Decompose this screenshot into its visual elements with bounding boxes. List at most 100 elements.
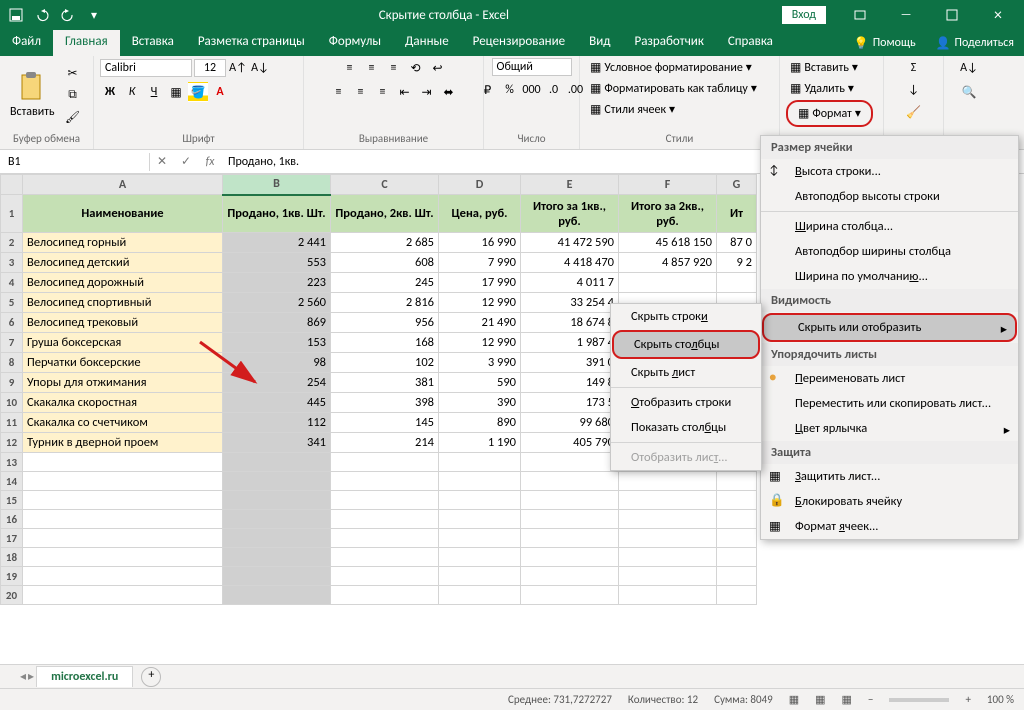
row-header[interactable]: 20 [1,586,23,605]
cell[interactable]: 7 990 [439,253,521,273]
align-middle-icon[interactable]: ≡ [362,58,382,78]
tab-review[interactable]: Рецензирование [461,30,577,56]
cell[interactable]: 391 0 [521,353,619,373]
cell[interactable]: 149 8 [521,373,619,393]
cell[interactable] [331,472,439,491]
undo-icon[interactable] [30,3,54,27]
row-header[interactable]: 3 [1,253,23,273]
cell[interactable]: Груша боксерская [23,333,223,353]
tab-file[interactable]: Файл [0,30,53,56]
cell[interactable] [439,548,521,567]
format-button[interactable]: ▦Формат ▾ [794,104,865,123]
col-header-a[interactable]: A [23,175,223,195]
cell[interactable] [521,529,619,548]
row-header[interactable]: 16 [1,510,23,529]
cell[interactable]: 168 [331,333,439,353]
currency-icon[interactable]: ₽ [478,80,498,100]
cell[interactable]: 341 [223,433,331,453]
cell[interactable] [439,453,521,472]
fill-icon[interactable]: ↓ [904,80,924,100]
select-all-cell[interactable] [1,175,23,195]
number-format-select[interactable]: Общий [492,58,572,76]
cell[interactable]: 2 441 [223,233,331,253]
row-header[interactable]: 13 [1,453,23,472]
underline-icon[interactable]: Ч [144,82,164,102]
redo-icon[interactable] [56,3,80,27]
italic-icon[interactable]: К [122,82,142,102]
percent-icon[interactable]: % [500,80,520,100]
col-header-g[interactable]: G [717,175,757,195]
tell-me-button[interactable]: 💡Помощь [844,30,926,56]
increase-indent-icon[interactable]: ⇥ [417,82,437,102]
cell[interactable] [439,586,521,605]
cell[interactable]: 553 [223,253,331,273]
cell[interactable]: 390 [439,393,521,413]
submenu-unhide-rows[interactable]: Отобразить строки [611,390,761,415]
cell[interactable]: Велосипед детский [23,253,223,273]
cell[interactable] [717,529,757,548]
row-header[interactable]: 7 [1,333,23,353]
cell[interactable] [223,548,331,567]
sheet-nav-prev-icon[interactable]: ▸ [28,669,34,684]
cell[interactable]: Ит [717,195,757,233]
align-right-icon[interactable]: ≡ [373,82,393,102]
cell[interactable]: 381 [331,373,439,393]
tab-home[interactable]: Главная [53,30,120,56]
tab-help[interactable]: Справка [716,30,785,56]
cell[interactable]: 98 [223,353,331,373]
cell[interactable]: 16 990 [439,233,521,253]
cell[interactable] [23,529,223,548]
cell[interactable] [331,510,439,529]
menu-tab-color[interactable]: Цвет ярлычка▸ [761,416,1018,441]
sheet-nav-first-icon[interactable]: ◂ [20,669,26,684]
cell[interactable]: 12 990 [439,293,521,313]
cell[interactable]: 4 857 920 [619,253,717,273]
cell[interactable]: 9 2 [717,253,757,273]
menu-lock-cell[interactable]: 🔒Блокировать ячейку [761,489,1018,514]
cell[interactable] [331,491,439,510]
cell[interactable]: 2 560 [223,293,331,313]
orientation-icon[interactable]: ⟲ [406,58,426,78]
zoom-in-icon[interactable]: + [965,693,970,706]
cell[interactable] [439,529,521,548]
clear-icon[interactable]: 🧹 [904,102,924,122]
bold-icon[interactable]: Ж [100,82,120,102]
cell[interactable]: 145 [331,413,439,433]
col-header-c[interactable]: C [331,175,439,195]
cell[interactable]: 18 674 8 [521,313,619,333]
cell[interactable]: 112 [223,413,331,433]
cell[interactable] [23,472,223,491]
cell[interactable] [331,453,439,472]
zoom-level[interactable]: 100 % [987,693,1014,706]
fill-color-icon[interactable]: 🪣 [188,82,208,102]
align-left-icon[interactable]: ≡ [329,82,349,102]
cell[interactable]: 87 0 [717,233,757,253]
cell[interactable]: Велосипед дорожный [23,273,223,293]
cell[interactable]: 45 618 150 [619,233,717,253]
increase-decimal-icon[interactable]: .0 [544,80,564,100]
tab-view[interactable]: Вид [577,30,622,56]
cell[interactable] [223,453,331,472]
row-header[interactable]: 5 [1,293,23,313]
insert-cells-button[interactable]: ▦Вставить ▾ [786,58,862,77]
tab-page-layout[interactable]: Разметка страницы [186,30,317,56]
increase-font-icon[interactable]: A↑ [228,58,248,78]
cell[interactable]: 1 190 [439,433,521,453]
cell[interactable] [439,472,521,491]
cell[interactable]: 3 990 [439,353,521,373]
cell[interactable]: 33 254 4 [521,293,619,313]
cell[interactable]: Итого за 1кв., руб. [521,195,619,233]
cell[interactable]: 12 990 [439,333,521,353]
font-size-select[interactable]: 12 [194,59,226,77]
cell[interactable] [521,453,619,472]
cell[interactable] [23,453,223,472]
cell[interactable] [717,273,757,293]
cell[interactable] [619,472,717,491]
cell[interactable] [223,491,331,510]
cell[interactable]: 214 [331,433,439,453]
cell[interactable] [23,491,223,510]
format-as-table-button[interactable]: ▦Форматировать как таблицу ▾ [586,79,761,98]
maximize-icon[interactable] [930,0,974,30]
row-header[interactable]: 4 [1,273,23,293]
row-header[interactable]: 17 [1,529,23,548]
